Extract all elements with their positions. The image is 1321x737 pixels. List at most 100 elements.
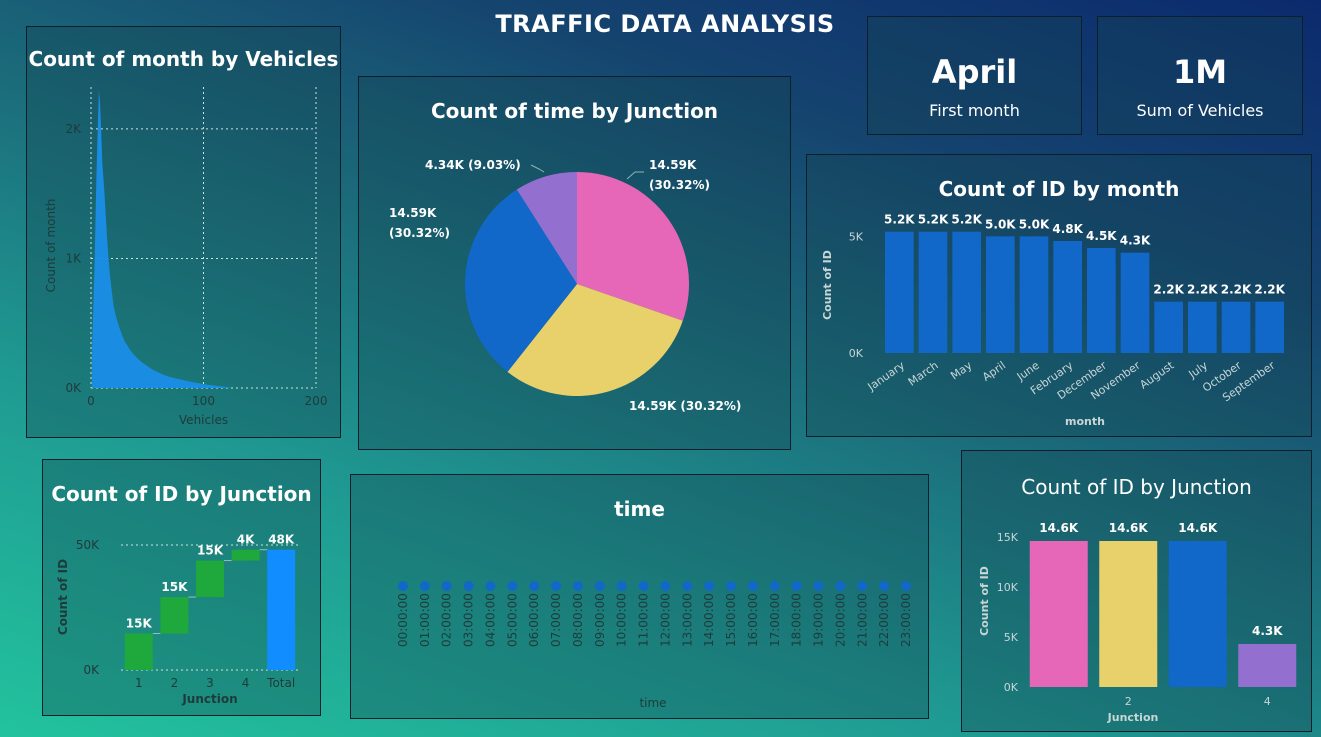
pie-data-label: 14.59K (30.32%): [629, 399, 741, 413]
time-point: [791, 581, 802, 591]
pie-data-label-line: 14.59K: [389, 206, 437, 220]
x-tick-label: 13:00:00: [680, 593, 694, 647]
x-tick-label: 00:00:00: [396, 593, 410, 647]
x-tick-label: 01:00:00: [418, 593, 432, 647]
time-point: [835, 581, 846, 591]
bar-data-label: 4K: [237, 533, 255, 547]
id-by-month-bar-chart: 5.2K January 5.2K March 5.2K May 5.0K April 5.0K…: [821, 213, 1286, 428]
time-point: [747, 581, 758, 591]
month-bar: [885, 231, 914, 353]
x-axis-label: Junction: [1107, 711, 1159, 724]
time-point: [682, 581, 693, 591]
month-bar: [1019, 236, 1049, 353]
time-point: [638, 581, 649, 591]
bar-data-label: 4.3K: [1252, 624, 1283, 638]
x-axis-label: Vehicles: [179, 413, 228, 427]
kpi-value: 1M: [1172, 53, 1228, 91]
time-point: [398, 581, 408, 591]
pie-data-label-line: 14.59K (30.32%): [629, 399, 741, 413]
bar-data-label: 14.6K: [1109, 521, 1149, 535]
time-point: [572, 581, 583, 591]
pie-data-label: 14.59K (30.32%): [389, 206, 450, 240]
y-tick-label: 50K: [76, 538, 100, 552]
bar-data-label: 4.5K: [1086, 229, 1117, 243]
y-tick-label: 10K: [997, 581, 1019, 594]
y-tick-label: 2K: [65, 122, 82, 136]
time-point: [879, 581, 890, 591]
bar-data-label: 5.2K: [918, 213, 949, 227]
pie-data-label-line: (30.32%): [389, 226, 450, 240]
time-point: [594, 581, 605, 591]
x-tick-label: 16:00:00: [746, 593, 760, 647]
chart-panel-time-by-junction[interactable]: Count of time by Junction 14.59K (30.32%)…: [358, 76, 791, 450]
waterfall-bar: [196, 560, 224, 598]
bar-data-label: 15K: [161, 580, 188, 594]
x-tick-label: 10:00:00: [615, 593, 629, 647]
x-tick-label: 11:00:00: [637, 593, 651, 647]
x-tick-label: 06:00:00: [527, 593, 541, 647]
bar-data-label: 2.2K: [1187, 283, 1218, 297]
x-tick-label: 19:00:00: [812, 593, 826, 647]
junction-bar: [1238, 644, 1297, 687]
y-tick-label: 0K: [1004, 681, 1019, 694]
x-tick-label: May: [948, 359, 974, 383]
pie-data-label: 4.34K (9.03%): [425, 158, 521, 172]
y-axis-label: Count of ID: [821, 250, 834, 320]
x-tick-label: 200: [305, 394, 328, 408]
kpi-card-first-month[interactable]: April First month: [867, 16, 1082, 135]
time-point: [551, 581, 562, 591]
pie-data-label-line: 14.59K: [649, 158, 697, 172]
time-point: [901, 581, 911, 591]
chart-panel-id-by-junction-waterfall[interactable]: Count of ID by Junction 15K 1 15K 2 15K 3 4K 4 4…: [42, 459, 321, 716]
month-bar: [1053, 241, 1082, 353]
month-bar: [918, 231, 948, 353]
time-point: [441, 581, 452, 591]
x-tick-label: 21:00:00: [855, 593, 869, 647]
bar-data-label: 48K: [268, 533, 295, 547]
x-tick-label: 18:00:00: [790, 593, 804, 647]
junction-bar: [1029, 541, 1088, 687]
bar-data-label: 2.2K: [1221, 283, 1252, 297]
x-tick-label: 14:00:00: [702, 593, 716, 647]
y-axis-label: Count of month: [44, 199, 58, 293]
kpi-card-sum-vehicles[interactable]: 1M Sum of Vehicles: [1097, 16, 1303, 135]
x-tick-label: 17:00:00: [768, 593, 782, 647]
time-point: [769, 581, 780, 591]
waterfall-bar: [124, 633, 153, 670]
x-tick-label: 08:00:00: [571, 593, 585, 647]
x-tick-label: 2: [171, 676, 179, 690]
leader-line: [530, 164, 545, 173]
x-tick-label: 04:00:00: [483, 593, 497, 647]
time-point: [660, 581, 671, 591]
x-tick-label: 1: [135, 676, 143, 690]
x-tick-label: 07:00:00: [549, 593, 563, 647]
kpi-value: April: [931, 53, 1018, 91]
time-point: [485, 581, 496, 591]
bar-data-label: 14.6K: [1039, 521, 1079, 535]
chart-panel-vehicles-histogram[interactable]: Count of month by Vehicles 0K 1K 2K 0 100 200…: [26, 26, 341, 438]
bar-data-label: 15K: [197, 544, 224, 558]
y-tick-label: 5K: [849, 230, 864, 243]
bar-data-label: 5.0K: [985, 217, 1016, 231]
x-tick-label: 22:00:00: [877, 593, 891, 647]
time-point: [529, 581, 540, 591]
chart-panel-time[interactable]: time 00:00:00 01:00:00 02:00:00 03:00:00 04:…: [350, 474, 929, 719]
month-bar: [952, 231, 981, 353]
y-tick-label: 15K: [997, 531, 1019, 544]
x-tick-label: 4: [1264, 695, 1271, 708]
x-tick-label: 15:00:00: [724, 593, 738, 647]
time-point: [726, 581, 737, 591]
id-by-junction-waterfall: 15K 1 15K 2 15K 3 4K 4 48K Total 0K 50K Junction Coun…: [56, 533, 299, 706]
month-bar: [1188, 301, 1217, 353]
x-tick-label: 23:00:00: [899, 593, 913, 647]
dashboard-title: TRAFFIC DATA ANALYSIS: [495, 10, 835, 38]
id-by-junction-bar-chart: 14.6K 14.6K 2 14.6K 4.3K 4 0K 5K 10K 15K Junction C…: [978, 521, 1297, 724]
x-tick-label: 0: [87, 394, 95, 408]
chart-panel-id-by-month[interactable]: Count of ID by month 5.2K January 5.2K Marc…: [806, 154, 1312, 437]
chart-panel-id-by-junction[interactable]: Count of ID by Junction 14.6K 14.6K 2 14.6K…: [961, 450, 1312, 732]
month-bar: [1221, 301, 1251, 353]
time-point: [419, 581, 430, 591]
bar-data-label: 2.2K: [1254, 283, 1285, 297]
pie-data-label-line: (30.32%): [649, 178, 710, 192]
y-tick-label: 1K: [65, 251, 82, 265]
